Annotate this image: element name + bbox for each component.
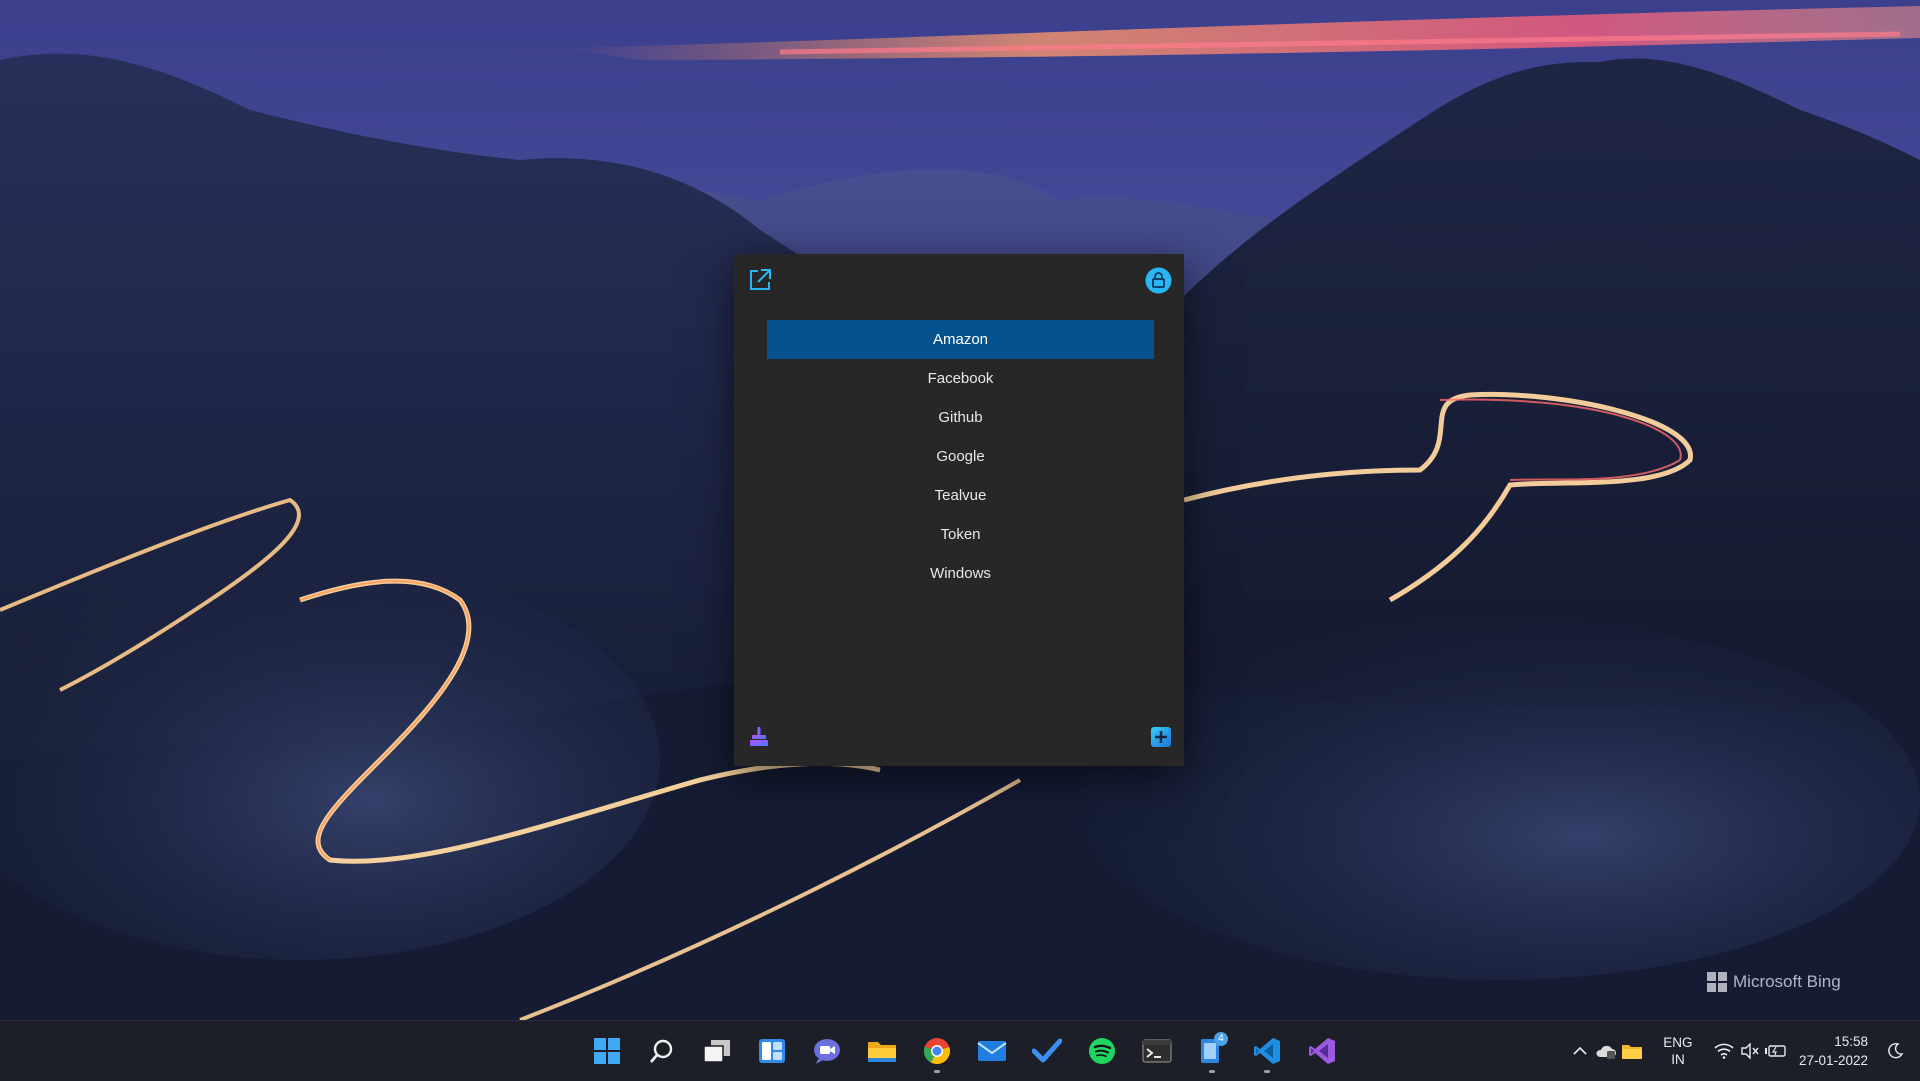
visual-studio-button[interactable] [1299, 1028, 1344, 1074]
chevron-up-icon [1573, 1046, 1587, 1055]
entry-list: Amazon Facebook Github Google Tealvue To… [767, 320, 1154, 593]
lock-button[interactable] [1145, 267, 1172, 294]
wifi-icon [1714, 1043, 1734, 1059]
running-indicator [1263, 1070, 1270, 1073]
battery-icon [1764, 1045, 1786, 1057]
folder-icon [867, 1042, 896, 1062]
search-button[interactable] [639, 1028, 684, 1074]
onedrive-button[interactable] [1593, 1031, 1619, 1071]
spotify-icon [1088, 1038, 1115, 1064]
taskbar: 4 ENG IN 15:58 27-01-2022 [0, 1020, 1920, 1081]
list-item[interactable]: Windows [767, 554, 1154, 593]
microsoft-bing-watermark: Microsoft Bing [1707, 970, 1841, 994]
lock-icon [1145, 267, 1172, 294]
authenticator-button[interactable]: 4 [1189, 1028, 1234, 1074]
folder-sync-button[interactable] [1619, 1031, 1645, 1071]
language-region: IN [1671, 1052, 1685, 1067]
visual-studio-icon [1308, 1038, 1335, 1064]
clean-button[interactable] [746, 724, 772, 750]
task-view-button[interactable] [694, 1028, 739, 1074]
open-external-button[interactable] [746, 266, 774, 294]
spotify-button[interactable] [1079, 1028, 1124, 1074]
chrome-button[interactable] [914, 1028, 959, 1074]
taskbar-apps: 4 [584, 1021, 1344, 1081]
focus-moon-icon [1888, 1042, 1904, 1059]
clock-time: 15:58 [1834, 1034, 1868, 1049]
chrome-icon [923, 1038, 950, 1065]
widgets-icon [758, 1039, 785, 1063]
list-item[interactable]: Token [767, 515, 1154, 554]
focus-assist-button[interactable] [1882, 1031, 1908, 1071]
search-icon [649, 1039, 672, 1063]
list-item[interactable]: Google [767, 437, 1154, 476]
onedrive-icon [1596, 1045, 1616, 1059]
running-indicator [1208, 1070, 1215, 1073]
add-icon [1151, 727, 1171, 747]
list-item[interactable]: Tealvue [767, 476, 1154, 515]
windows-start-icon [593, 1038, 620, 1064]
volume-button[interactable] [1737, 1031, 1763, 1071]
terminal-button[interactable] [1134, 1028, 1179, 1074]
list-item[interactable]: Amazon [767, 320, 1154, 359]
clock[interactable]: 15:58 27-01-2022 [1799, 1031, 1868, 1071]
folder-sync-icon [1621, 1045, 1642, 1059]
file-explorer-button[interactable] [859, 1028, 904, 1074]
checkmark-icon [1031, 1038, 1062, 1063]
password-manager-window: Amazon Facebook Github Google Tealvue To… [734, 254, 1184, 766]
task-view-icon [702, 1040, 730, 1063]
battery-button[interactable] [1763, 1031, 1789, 1071]
clean-icon [750, 727, 768, 746]
system-tray: ENG IN 15:58 27-01-2022 [1567, 1021, 1920, 1081]
chat-icon [813, 1039, 840, 1064]
chat-button[interactable] [804, 1028, 849, 1074]
notification-badge: 4 [1214, 1032, 1228, 1046]
language-code: ENG [1663, 1035, 1693, 1050]
list-item[interactable]: Github [767, 398, 1154, 437]
terminal-icon [1142, 1039, 1171, 1063]
network-button[interactable] [1711, 1031, 1737, 1071]
show-hidden-icons-button[interactable] [1567, 1031, 1593, 1071]
running-indicator [933, 1070, 940, 1073]
list-item[interactable]: Facebook [767, 359, 1154, 398]
microsoft-logo-icon [1707, 972, 1727, 992]
add-entry-button[interactable] [1150, 726, 1172, 748]
todo-button[interactable] [1024, 1028, 1069, 1074]
vscode-icon [1253, 1038, 1280, 1064]
mail-icon [976, 1041, 1007, 1061]
open-external-icon [750, 269, 771, 290]
widgets-button[interactable] [749, 1028, 794, 1074]
clock-date: 27-01-2022 [1798, 1053, 1868, 1068]
volume-muted-icon [1741, 1043, 1759, 1059]
input-language-indicator[interactable]: ENG IN [1653, 1031, 1703, 1071]
watermark-label: Microsoft Bing [1733, 972, 1841, 991]
start-button[interactable] [584, 1028, 629, 1074]
mail-button[interactable] [969, 1028, 1014, 1074]
vscode-button[interactable] [1244, 1028, 1289, 1074]
